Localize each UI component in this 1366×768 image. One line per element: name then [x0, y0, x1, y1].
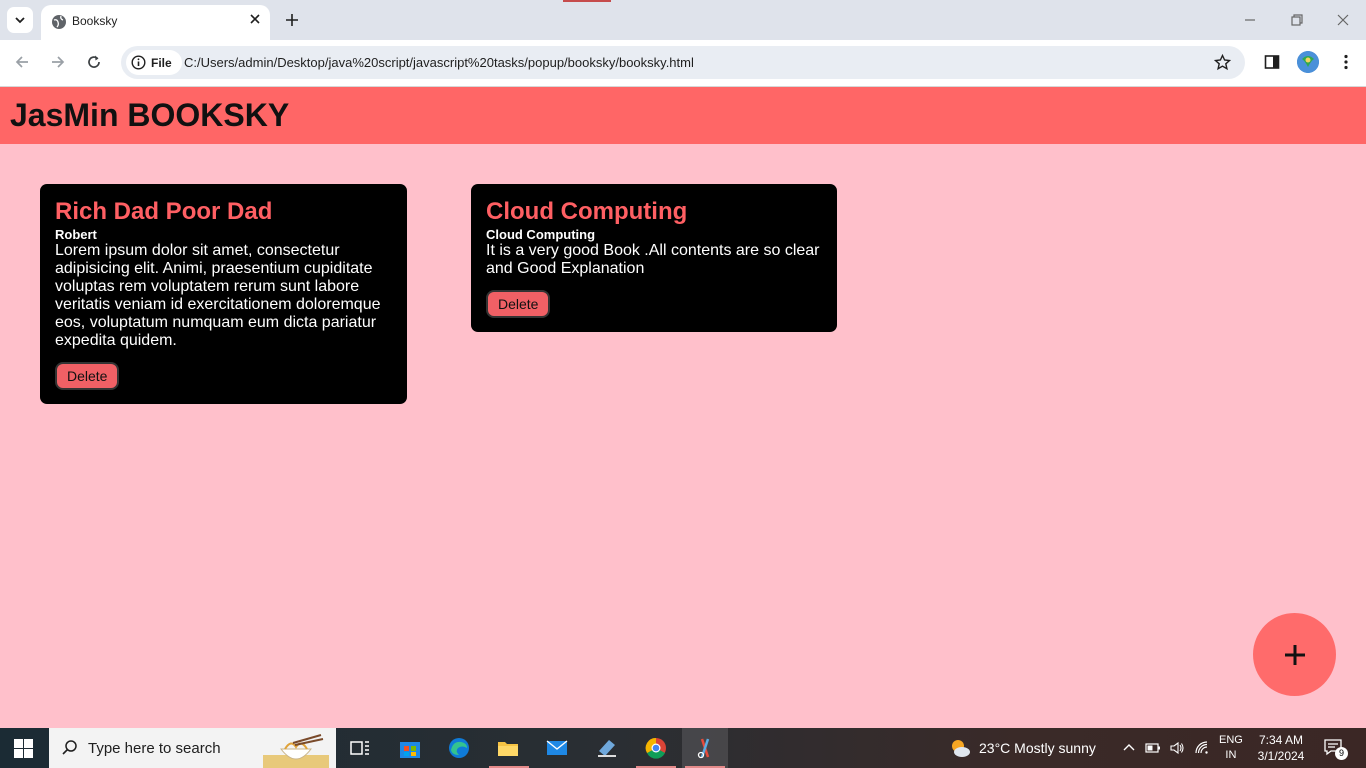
book-title: Rich Dad Poor Dad [55, 198, 273, 225]
restore-icon[interactable] [1289, 12, 1305, 28]
url-text[interactable]: C:/Users/admin/Desktop/java%20script/jav… [184, 55, 694, 70]
book-author: Cloud Computing [486, 227, 596, 242]
globe-icon [52, 15, 66, 29]
avatar-icon [1297, 51, 1319, 73]
close-icon[interactable] [248, 12, 262, 26]
site-title: JasMin BOOKSKY [10, 97, 290, 133]
book-card: Rich Dad Poor Dad Robert Lorem ipsum dol… [40, 184, 407, 404]
taskbar-search-box[interactable]: Type here to search [49, 728, 336, 768]
laptop-app-icon[interactable] [595, 736, 619, 760]
chrome-icon[interactable] [644, 736, 668, 760]
noodle-bowl-icon [263, 734, 329, 768]
window-close-icon[interactable] [1335, 12, 1351, 28]
plus-icon [1284, 644, 1305, 665]
side-panel-icon[interactable] [1263, 53, 1281, 71]
clock-date: 3/1/2024 [1257, 749, 1305, 763]
search-icon [62, 740, 77, 755]
site-info-chip[interactable]: File [126, 50, 182, 75]
browser-toolbar: File C:/Users/admin/Desktop/java%20scrip… [0, 40, 1366, 87]
weather-text[interactable]: 23°C Mostly sunny [979, 740, 1096, 756]
tab-title: Booksky [72, 14, 118, 28]
weather-sun-cloud-icon[interactable] [948, 736, 972, 760]
address-bar[interactable]: File C:/Users/admin/Desktop/java%20scrip… [121, 46, 1245, 79]
search-placeholder: Type here to search [88, 740, 221, 757]
book-description: Lorem ipsum dolor sit amet, consectetur … [55, 242, 381, 349]
delete-button[interactable]: Delete [55, 362, 120, 390]
book-card: Cloud Computing Cloud Computing It is a … [471, 184, 837, 332]
new-tab-plus-icon[interactable] [283, 11, 301, 29]
snipping-tool-icon[interactable] [693, 736, 717, 760]
book-author: Robert [55, 227, 97, 242]
battery-icon[interactable] [1145, 740, 1161, 756]
volume-icon[interactable] [1169, 740, 1185, 756]
windows-start-icon[interactable] [14, 739, 33, 758]
profile-avatar[interactable] [1297, 51, 1319, 73]
forward-arrow-icon[interactable] [49, 53, 67, 71]
kebab-menu-icon[interactable] [1337, 53, 1355, 71]
bookmark-star-icon[interactable] [1214, 54, 1231, 71]
delete-button[interactable]: Delete [486, 290, 551, 318]
notification-count-badge: 9 [1335, 747, 1348, 760]
book-description: It is a very good Book .All contents are… [486, 242, 820, 277]
region-code: IN [1225, 749, 1237, 761]
wifi-icon[interactable] [1194, 740, 1210, 756]
tab-accent-line [563, 0, 611, 2]
browser-tab[interactable]: Booksky [41, 5, 270, 40]
language-indicator[interactable]: ENG IN [1219, 733, 1243, 763]
add-book-button[interactable] [1253, 613, 1336, 696]
book-title: Cloud Computing [486, 198, 688, 225]
taskbar: Type here to search 23°C Mostly sunny EN… [0, 728, 1366, 768]
minimize-icon[interactable] [1242, 12, 1258, 28]
reload-icon[interactable] [85, 53, 103, 71]
tab-search-button[interactable] [7, 7, 33, 33]
edge-browser-icon[interactable] [447, 736, 471, 760]
back-arrow-icon[interactable] [13, 53, 31, 71]
site-header: JasMin BOOKSKY [0, 87, 1366, 144]
chevron-down-icon [15, 17, 25, 24]
language-code: ENG [1219, 734, 1243, 746]
browser-tabstrip: Booksky [0, 0, 1366, 40]
mail-icon[interactable] [545, 736, 569, 760]
chip-label: File [151, 55, 172, 70]
notifications-button[interactable]: 9 [1323, 738, 1348, 760]
chevron-up-icon[interactable] [1121, 740, 1137, 756]
microsoft-store-icon[interactable] [398, 736, 422, 760]
file-explorer-icon[interactable] [496, 736, 520, 760]
info-icon [131, 55, 146, 70]
task-view-icon[interactable] [348, 736, 372, 760]
clock[interactable]: 7:34 AM 3/1/2024 [1256, 732, 1306, 764]
clock-time: 7:34 AM [1258, 733, 1304, 747]
